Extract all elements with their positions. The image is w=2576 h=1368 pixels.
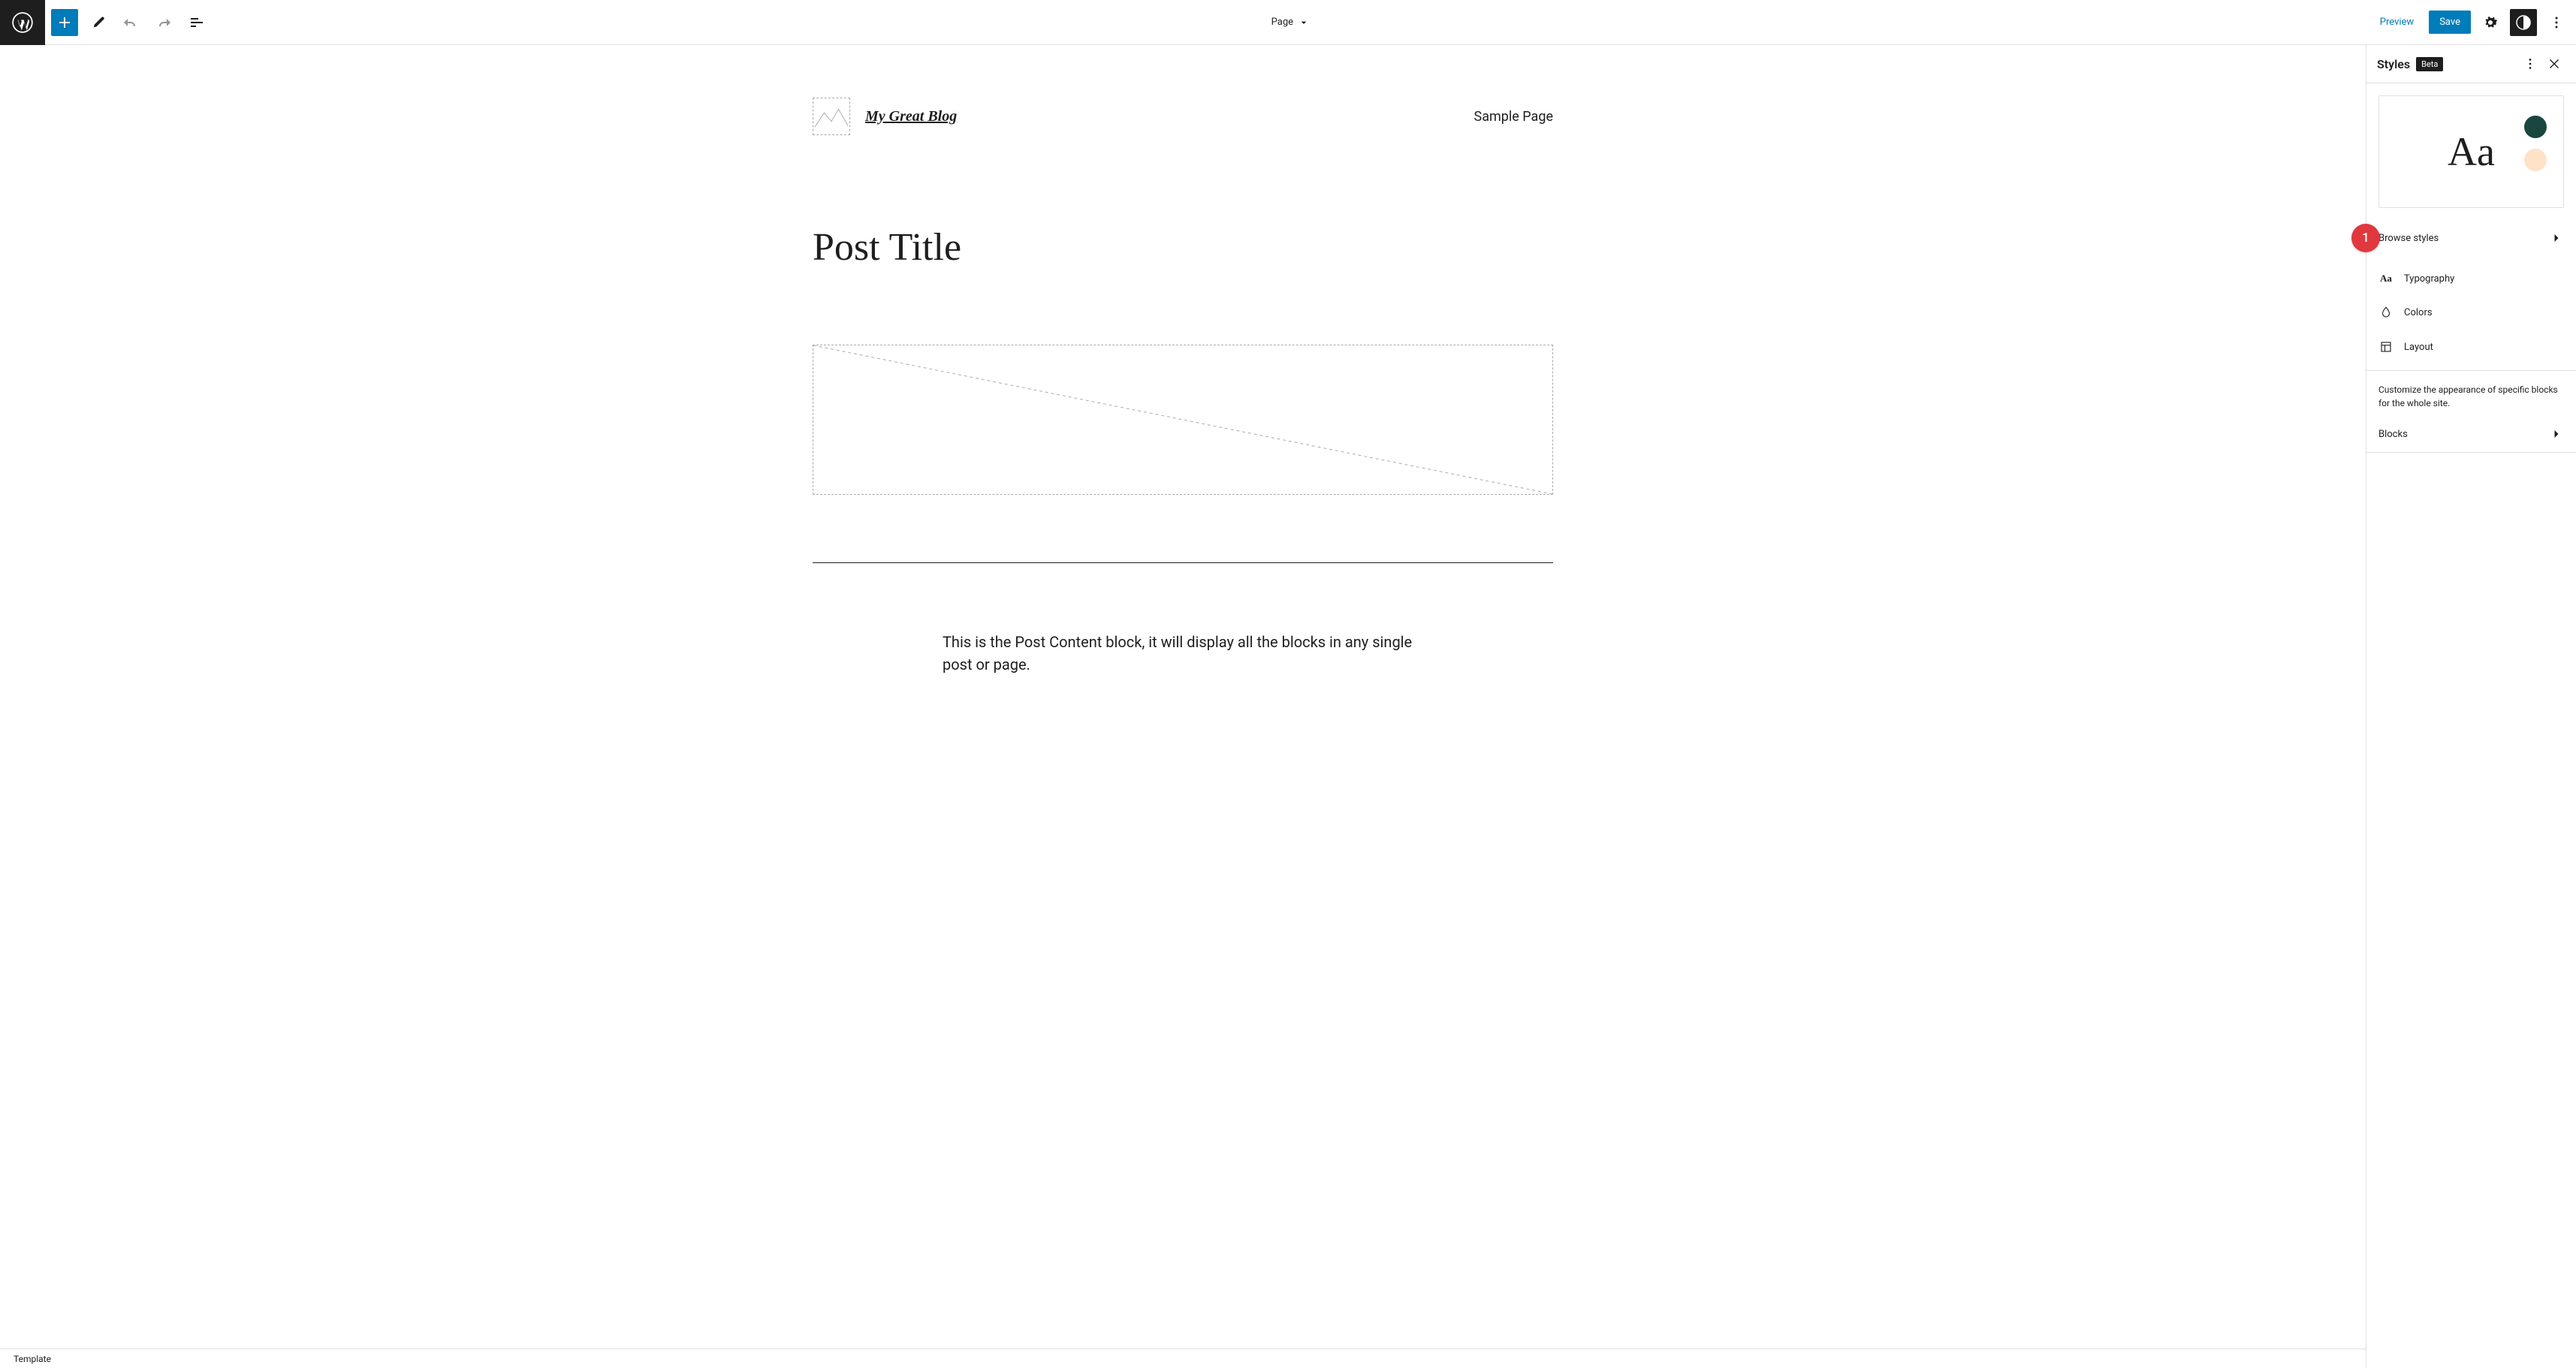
editor-canvas[interactable]: My Great Blog Sample Page Post Title Thi… — [0, 45, 2366, 1348]
post-content-block[interactable]: This is the Post Content block, it will … — [943, 631, 1423, 676]
style-preview-card[interactable]: Aa — [2378, 95, 2564, 208]
breadcrumb-item[interactable]: Template — [14, 1354, 51, 1364]
styles-icon — [2514, 14, 2532, 32]
list-view-icon — [188, 14, 206, 32]
close-sidebar-button[interactable] — [2543, 53, 2565, 75]
drop-icon — [2378, 306, 2394, 319]
beta-badge: Beta — [2416, 57, 2443, 71]
browse-styles-row[interactable]: 1 Browse styles — [2366, 220, 2576, 256]
more-options-button[interactable] — [2543, 9, 2570, 36]
annotation-badge-1: 1 — [2351, 224, 2380, 252]
close-icon — [2546, 56, 2562, 72]
nav-item[interactable]: Sample Page — [1474, 109, 1553, 125]
plus-icon — [56, 14, 74, 32]
separator-block[interactable] — [813, 562, 1553, 563]
sidebar-title: Styles — [2377, 57, 2410, 71]
settings-button[interactable] — [2477, 9, 2504, 36]
gear-icon — [2481, 14, 2499, 32]
editor-toolbar: Page Preview Save — [0, 0, 2576, 45]
document-switcher[interactable]: Page — [216, 17, 2365, 29]
site-logo-placeholder[interactable] — [813, 98, 850, 135]
layout-row[interactable]: Layout — [2366, 330, 2576, 364]
typography-row[interactable]: Aa Typography — [2366, 262, 2576, 295]
tools-button[interactable] — [84, 9, 111, 36]
styles-more-button[interactable] — [2519, 53, 2541, 75]
colors-label: Colors — [2404, 307, 2433, 318]
typography-label: Typography — [2404, 273, 2454, 285]
placeholder-diagonal-icon — [813, 345, 1552, 494]
undo-button — [117, 9, 144, 36]
swatch-secondary — [2524, 149, 2547, 171]
placeholder-icon — [813, 98, 849, 134]
layout-label: Layout — [2404, 342, 2433, 353]
color-swatches — [2524, 116, 2547, 171]
blocks-description: Customize the appearance of specific blo… — [2366, 371, 2576, 416]
more-vertical-icon — [2522, 56, 2538, 72]
layout-icon — [2378, 340, 2394, 354]
editor-footer-breadcrumb: Template — [0, 1348, 2366, 1368]
post-title-block[interactable]: Post Title — [813, 225, 1553, 270]
featured-image-placeholder[interactable] — [813, 345, 1553, 495]
wordpress-logo-button[interactable] — [0, 0, 45, 45]
swatch-primary — [2524, 116, 2547, 138]
pencil-icon — [89, 14, 107, 32]
save-button[interactable]: Save — [2429, 11, 2471, 34]
blocks-row[interactable]: Blocks — [2366, 416, 2576, 452]
block-inserter-button[interactable] — [51, 9, 78, 36]
colors-row[interactable]: Colors — [2366, 295, 2576, 330]
preview-button[interactable]: Preview — [2371, 12, 2423, 32]
list-view-button[interactable] — [183, 9, 210, 36]
styles-button[interactable] — [2510, 9, 2537, 36]
redo-icon — [155, 14, 173, 32]
typography-icon: Aa — [2378, 273, 2394, 285]
site-header-block[interactable]: My Great Blog Sample Page — [813, 98, 1553, 135]
more-vertical-icon — [2547, 14, 2565, 32]
redo-button — [150, 9, 177, 36]
blocks-label: Blocks — [2378, 429, 2408, 440]
chevron-down-icon — [1298, 17, 1310, 29]
wordpress-icon — [12, 12, 33, 33]
undo-icon — [122, 14, 140, 32]
browse-styles-label: Browse styles — [2378, 233, 2439, 244]
document-type-label: Page — [1271, 17, 1293, 28]
chevron-right-icon — [2549, 231, 2564, 246]
style-preview-sample: Aa — [2448, 128, 2495, 175]
chevron-right-icon — [2549, 426, 2564, 441]
site-title-block[interactable]: My Great Blog — [865, 108, 957, 125]
styles-sidebar: Styles Beta Aa — [2366, 45, 2576, 1368]
